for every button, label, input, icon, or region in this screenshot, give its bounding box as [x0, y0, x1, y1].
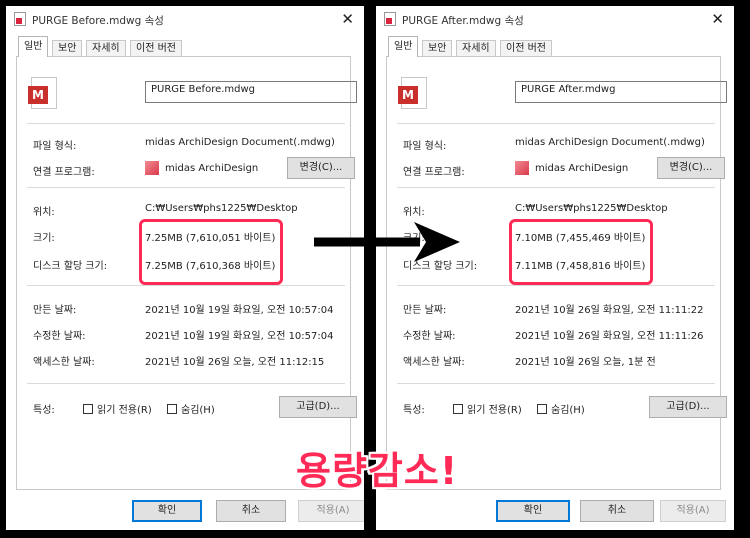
checkbox-box[interactable] [453, 403, 463, 414]
file-icon-letter: M [28, 86, 48, 104]
tab-general[interactable]: 일반 [388, 36, 419, 57]
created-value: 2021년 10월 26일 화요일, 오전 11:11:22 [515, 305, 704, 316]
ok-button[interactable]: 확인 [496, 500, 570, 522]
size-label: 크기: [33, 233, 55, 244]
file-icon-letter: M [398, 86, 418, 104]
location-label: 위치: [33, 207, 55, 218]
title-bar[interactable]: PURGE After.mdwg 속성 ✕ [376, 6, 734, 34]
modified-label: 수정한 날짜: [33, 331, 86, 342]
checkbox-box[interactable] [167, 403, 177, 414]
tab-previous-versions[interactable]: 이전 버전 [500, 40, 552, 56]
readonly-label: 읽기 전용(R) [97, 405, 152, 416]
location-value: C:₩Users₩phs1225₩Desktop [515, 203, 668, 214]
mdwg-file-icon: M [398, 77, 427, 109]
file-type-value: midas ArchiDesign Document(.mdwg) [515, 137, 705, 148]
cancel-button[interactable]: 취소 [580, 500, 654, 522]
location-label: 위치: [403, 207, 425, 218]
file-name-field[interactable]: PURGE Before.mdwg [145, 81, 357, 103]
size-on-disk-label: 디스크 할당 크기: [33, 261, 108, 272]
created-value: 2021년 10월 19일 화요일, 오전 10:57:04 [145, 305, 334, 316]
tab-general[interactable]: 일반 [18, 36, 49, 57]
open-with-label: 연결 프로그램: [33, 167, 95, 178]
readonly-checkbox[interactable]: 읽기 전용(R) [453, 401, 522, 416]
hidden-label: 숨김(H) [551, 405, 585, 416]
readonly-label: 읽기 전용(R) [467, 405, 522, 416]
accessed-value: 2021년 10월 26일 오늘, 오전 11:12:15 [145, 357, 325, 368]
hidden-checkbox[interactable]: 숨김(H) [167, 401, 215, 416]
tab-details[interactable]: 자세히 [86, 40, 126, 56]
change-button[interactable]: 변경(C)... [287, 157, 355, 179]
ok-button[interactable]: 확인 [132, 500, 202, 522]
file-type-label: 파일 형식: [403, 141, 447, 152]
divider [397, 285, 715, 286]
divider [397, 383, 715, 384]
open-with-value: midas ArchiDesign [165, 163, 259, 174]
general-panel: M PURGE Before.mdwg 파일 형식: midas ArchiDe… [16, 56, 357, 490]
window-title: PURGE Before.mdwg 속성 [32, 15, 164, 27]
divider [27, 187, 345, 188]
tab-previous-versions[interactable]: 이전 버전 [130, 40, 182, 56]
modified-value: 2021년 10월 19일 화요일, 오전 10:57:04 [145, 331, 334, 342]
divider [27, 383, 345, 384]
accessed-value: 2021년 10월 26일 오늘, 1분 전 [515, 357, 656, 368]
app-icon [515, 161, 529, 175]
open-with-label: 연결 프로그램: [403, 167, 465, 178]
size-highlight-box [139, 219, 283, 285]
divider [397, 123, 715, 124]
file-icon [384, 12, 396, 26]
advanced-button[interactable]: 고급(D)... [649, 396, 727, 418]
window-title: PURGE After.mdwg 속성 [402, 15, 524, 27]
attributes-label: 특성: [33, 405, 55, 416]
divider [397, 187, 715, 188]
accessed-label: 액세스한 날짜: [33, 357, 95, 368]
general-panel: M PURGE After.mdwg 파일 형식: midas ArchiDes… [386, 56, 727, 490]
divider [27, 285, 345, 286]
right-arrow-icon [314, 222, 460, 262]
file-type-label: 파일 형식: [33, 141, 77, 152]
file-name-field[interactable]: PURGE After.mdwg [515, 81, 727, 103]
accessed-label: 액세스한 날짜: [403, 357, 465, 368]
created-label: 만든 날짜: [403, 305, 447, 316]
hidden-label: 숨김(H) [181, 405, 215, 416]
location-value: C:₩Users₩phs1225₩Desktop [145, 203, 298, 214]
tab-details[interactable]: 자세히 [456, 40, 496, 56]
file-type-value: midas ArchiDesign Document(.mdwg) [145, 137, 335, 148]
attributes-label: 특성: [403, 405, 425, 416]
close-icon[interactable]: ✕ [711, 10, 724, 28]
readonly-checkbox[interactable]: 읽기 전용(R) [83, 401, 152, 416]
apply-button[interactable]: 적용(A) [660, 500, 726, 522]
hidden-checkbox[interactable]: 숨김(H) [537, 401, 585, 416]
open-with-value: midas ArchiDesign [535, 163, 629, 174]
checkbox-box[interactable] [537, 403, 547, 414]
apply-button[interactable]: 적용(A) [298, 500, 364, 522]
size-highlight-box [509, 219, 653, 285]
checkbox-box[interactable] [83, 403, 93, 414]
modified-value: 2021년 10월 26일 화요일, 오전 11:11:26 [515, 331, 704, 342]
tab-security[interactable]: 보안 [52, 40, 83, 56]
created-label: 만든 날짜: [33, 305, 77, 316]
file-icon [14, 12, 26, 26]
close-icon[interactable]: ✕ [341, 10, 354, 28]
title-bar[interactable]: PURGE Before.mdwg 속성 ✕ [6, 6, 364, 34]
divider [27, 123, 345, 124]
mdwg-file-icon: M [28, 77, 57, 109]
advanced-button[interactable]: 고급(D)... [279, 396, 357, 418]
tab-security[interactable]: 보안 [422, 40, 453, 56]
cancel-button[interactable]: 취소 [216, 500, 286, 522]
change-button[interactable]: 변경(C)... [657, 157, 725, 179]
size-reduced-caption: 용량감소! [296, 449, 459, 493]
modified-label: 수정한 날짜: [403, 331, 456, 342]
app-icon [145, 161, 159, 175]
